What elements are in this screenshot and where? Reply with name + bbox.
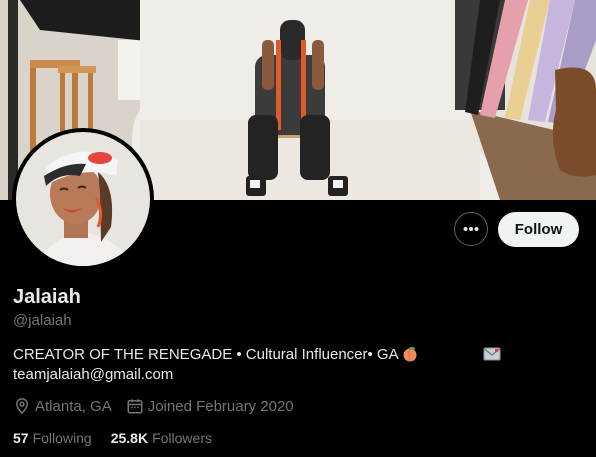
joined-item: Joined February 2020 <box>126 397 294 415</box>
location-item: Atlanta, GA <box>13 397 112 415</box>
bio-line-2: teamjalaiah@gmail.com <box>13 366 174 383</box>
more-options-button[interactable] <box>454 212 488 246</box>
envelope-emoji-icon <box>483 347 501 361</box>
bio-line-1: CREATOR OF THE RENEGADE • Cultural Influ… <box>13 346 399 363</box>
following-link[interactable]: 57 Following <box>13 430 92 446</box>
peach-emoji-icon <box>403 346 417 362</box>
display-name: Jalaiah <box>13 286 81 308</box>
followers-count: 25.8K <box>110 430 149 446</box>
joined-text: Joined February 2020 <box>147 397 294 415</box>
user-handle: @jalaiah <box>13 312 72 329</box>
calendar-icon <box>127 399 143 414</box>
followers-label: Followers <box>152 430 212 446</box>
profile-avatar[interactable] <box>12 128 154 270</box>
more-icon <box>463 227 479 231</box>
followers-link[interactable]: 25.8K Followers <box>111 430 212 446</box>
following-label: Following <box>32 430 92 446</box>
follow-stats: 57 Following 25.8K Followers <box>13 430 231 446</box>
profile-meta: Atlanta, GA Joined February 2020 <box>13 397 308 415</box>
follow-button[interactable]: Follow <box>498 212 579 247</box>
location-text: Atlanta, GA <box>35 397 112 415</box>
location-icon <box>15 398 29 415</box>
profile-bio: CREATOR OF THE RENEGADE • Cultural Influ… <box>13 345 573 385</box>
follow-button-label: Follow <box>514 221 563 238</box>
following-count: 57 <box>13 430 29 446</box>
